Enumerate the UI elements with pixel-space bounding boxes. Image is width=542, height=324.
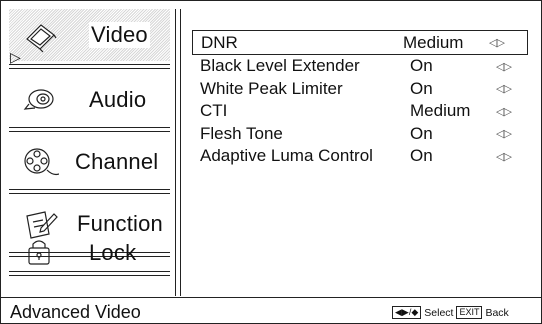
lock-icon xyxy=(28,240,50,265)
left-right-arrows-icon[interactable]: ◁▷ xyxy=(489,36,505,49)
sidebar: ▷ Video Audio Channel Function Lock xyxy=(9,9,170,285)
left-right-arrows-icon[interactable]: ◁▷ xyxy=(496,82,512,95)
setting-name: Adaptive Luma Control xyxy=(200,146,373,166)
setting-value: Medium xyxy=(410,101,471,121)
left-right-arrows-icon[interactable]: ◁▷ xyxy=(496,60,512,73)
page-title: Advanced Video xyxy=(10,302,141,322)
sidebar-item-channel[interactable]: Channel xyxy=(9,134,170,186)
settings-list: DNR Medium ◁▷ Black Level Extender On ◁▷… xyxy=(192,30,528,168)
setting-row-cti[interactable]: CTI Medium ◁▷ xyxy=(200,100,528,123)
setting-row-flesh-tone[interactable]: Flesh Tone On ◁▷ xyxy=(200,123,528,146)
setting-row-dnr[interactable]: DNR Medium ◁▷ xyxy=(192,30,528,55)
tv-icon xyxy=(26,24,57,53)
setting-value: On xyxy=(410,146,433,166)
setting-name: CTI xyxy=(200,101,228,121)
select-hint-label: Select xyxy=(424,306,454,319)
film-reel-icon xyxy=(24,148,59,176)
speaker-icon xyxy=(23,89,54,110)
vertical-divider xyxy=(175,9,181,296)
left-right-arrows-icon[interactable]: ◁▷ xyxy=(496,127,512,140)
setting-name: Black Level Extender xyxy=(200,56,360,76)
sidebar-item-audio[interactable]: Audio xyxy=(9,72,170,124)
divider xyxy=(9,64,170,69)
setting-name: White Peak Limiter xyxy=(200,78,343,98)
setting-row-white-peak-limiter[interactable]: White Peak Limiter On ◁▷ xyxy=(200,78,528,101)
sidebar-item-lock[interactable]: Lock xyxy=(9,214,170,265)
divider xyxy=(9,271,170,276)
setting-row-black-level-extender[interactable]: Black Level Extender On ◁▷ xyxy=(200,55,528,78)
sidebar-item-label: Lock xyxy=(89,240,137,265)
setting-value: Medium xyxy=(403,32,464,52)
setting-value: On xyxy=(410,123,433,143)
divider xyxy=(9,189,170,194)
key-hint: ◀▶/◆ Select EXIT Back xyxy=(392,306,509,319)
left-right-arrows-icon[interactable]: ◁▷ xyxy=(496,150,512,163)
footer-divider xyxy=(0,297,542,298)
setting-name: Flesh Tone xyxy=(200,123,283,143)
divider xyxy=(9,127,170,132)
exit-key-icon: EXIT xyxy=(456,306,483,319)
sidebar-item-label: Audio xyxy=(89,87,147,112)
sidebar-item-label: Video xyxy=(89,22,150,48)
nav-keys-icon: ◀▶/◆ xyxy=(392,306,422,319)
setting-value: On xyxy=(410,78,433,98)
setting-name: DNR xyxy=(201,32,238,52)
setting-value: On xyxy=(410,56,433,76)
sidebar-item-video[interactable]: ▷ Video xyxy=(9,9,170,65)
left-right-arrows-icon[interactable]: ◁▷ xyxy=(496,105,512,118)
setting-row-adaptive-luma-control[interactable]: Adaptive Luma Control On ◁▷ xyxy=(200,145,528,168)
sidebar-item-label: Channel xyxy=(75,149,159,174)
back-hint-label: Back xyxy=(485,306,509,319)
